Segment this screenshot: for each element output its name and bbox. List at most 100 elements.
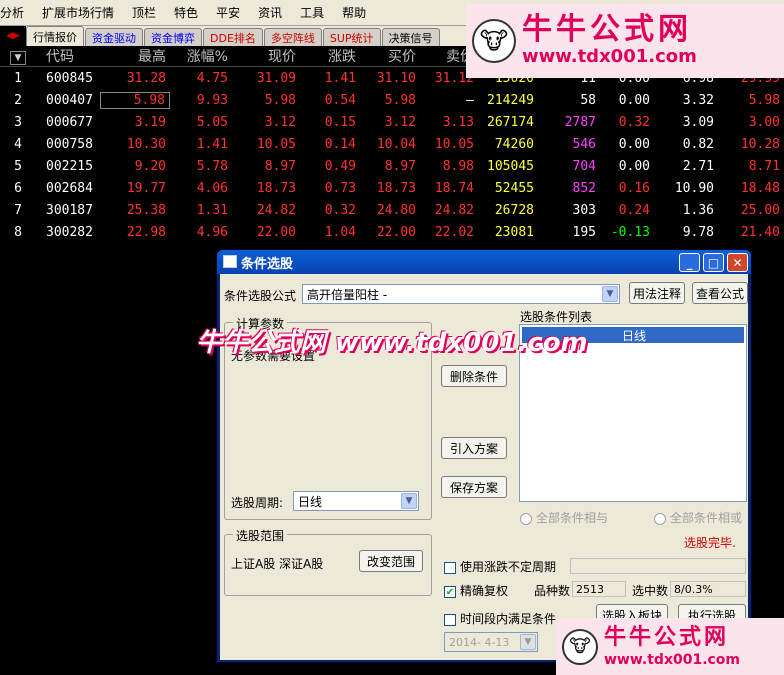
cell-v3: 0.00 xyxy=(618,136,650,152)
hits-label: 选中数 xyxy=(632,584,669,598)
menu-item-pingan[interactable]: 平安 xyxy=(207,4,249,21)
checkbox-timerange[interactable] xyxy=(444,613,456,626)
chk-adjust[interactable]: ✔ 精确复权 xyxy=(444,582,508,599)
hits-value: 8/0.3% xyxy=(670,581,746,597)
cell-bid: 18.73 xyxy=(376,180,416,196)
dialog-body: 条件选股公式 高开倍量阳柱 - ▼ 用法注释 查看公式 计算参数 无参数需要设置… xyxy=(220,274,748,660)
cell-chg: 0.14 xyxy=(324,136,356,152)
cell-high: 3.19 xyxy=(134,114,166,130)
range-group-title: 选股范围 xyxy=(233,527,288,544)
col-header-pct[interactable]: 涨幅% xyxy=(170,46,232,66)
menu-item-topbar[interactable]: 顶栏 xyxy=(123,4,165,21)
tab-capital-game[interactable]: 资金博弈 xyxy=(144,28,202,46)
date-picker[interactable]: 2014- 4-13 ▼ xyxy=(444,632,538,652)
chevron-down-icon[interactable]: ▼ xyxy=(520,634,536,650)
checkbox-period[interactable] xyxy=(444,561,456,574)
cell-high: 10.30 xyxy=(126,136,166,152)
delete-condition-button[interactable]: 删除条件 xyxy=(441,365,507,387)
table-row[interactable]: 3 000677 3.19 5.05 3.12 0.15 3.12 3.13 267174 278… xyxy=(0,111,784,133)
cell-idx: 5 xyxy=(14,158,22,174)
tab-quotes[interactable]: 行情报价 xyxy=(26,26,84,46)
col-header-change[interactable]: 涨跌 xyxy=(300,46,360,66)
table-row[interactable]: 2 000407 5.98 9.93 5.98 0.54 5.98 –214249 58 0.00… xyxy=(0,89,784,111)
params-group: 计算参数 无参数需要设置 选股周期: 日线 ▼ xyxy=(224,315,432,520)
cell-v4: 1.36 xyxy=(682,202,714,218)
cell-bid: 22.00 xyxy=(376,224,416,240)
cell-ask: 8.98 xyxy=(442,158,474,174)
cell-price: 22.00 xyxy=(256,224,296,240)
tab-scroll-arrows-icon[interactable]: ◀▶ xyxy=(0,26,26,46)
import-scheme-button[interactable]: 引入方案 xyxy=(441,437,507,459)
cell-price: 5.98 xyxy=(264,92,296,108)
table-row[interactable]: 8 300282 22.98 4.96 22.00 1.04 22.00 22.02 23081… xyxy=(0,221,784,243)
chk-period[interactable]: 使用涨跌不定周期 xyxy=(444,558,556,575)
radio-or[interactable]: 全部条件相或 xyxy=(654,509,742,526)
cell-idx: 4 xyxy=(14,136,22,152)
period-select[interactable]: 日线 ▼ xyxy=(293,491,419,511)
maximize-icon[interactable]: □ xyxy=(703,253,724,272)
chk-timerange[interactable]: 时间段内满足条件 xyxy=(444,610,556,627)
radio-and[interactable]: 全部条件相与 xyxy=(520,509,608,526)
col-header-price[interactable]: 现价 xyxy=(232,46,300,66)
menu-item-analysis[interactable]: 分析 xyxy=(0,4,33,21)
table-row[interactable]: 4 000758 10.30 1.41 10.05 0.14 10.04 10.05 74260… xyxy=(0,133,784,155)
col-header-code[interactable]: 代码 xyxy=(40,46,100,66)
formula-label: 条件选股公式 xyxy=(224,289,297,303)
cell-v2: 303 xyxy=(572,202,596,218)
condition-list[interactable]: 日线 xyxy=(519,324,747,502)
cell-price: 3.12 xyxy=(264,114,296,130)
menu-item-extended-market[interactable]: 扩展市场行情 xyxy=(33,4,123,21)
change-range-button[interactable]: 改变范围 xyxy=(359,550,423,572)
cell-vol: 52455 xyxy=(494,180,534,196)
table-row[interactable]: 7 300187 25.38 1.31 24.82 0.32 24.80 24.82 26728… xyxy=(0,199,784,221)
cell-chg: 0.32 xyxy=(324,202,356,218)
cell-v5: 25.00 xyxy=(740,202,780,218)
cell-idx: 1 xyxy=(14,70,22,86)
cell-high: 22.98 xyxy=(126,224,166,240)
minimize-icon[interactable]: _ xyxy=(679,253,700,272)
column-menu-icon[interactable]: ▼ xyxy=(0,48,40,65)
chevron-down-icon[interactable]: ▼ xyxy=(401,493,417,509)
table-row[interactable]: 5 002215 9.20 5.78 8.97 0.49 8.97 8.98 105045 704… xyxy=(0,155,784,177)
cell-code: 002684 xyxy=(46,180,93,196)
menu-item-features[interactable]: 特色 xyxy=(165,4,207,21)
menu-item-tools[interactable]: 工具 xyxy=(291,4,333,21)
cell-idx: 7 xyxy=(14,202,22,218)
cell-ask: 22.02 xyxy=(434,224,474,240)
cell-pct: 9.93 xyxy=(196,92,228,108)
cell-price: 31.09 xyxy=(256,70,296,86)
save-scheme-button[interactable]: 保存方案 xyxy=(441,476,507,498)
tab-long-short[interactable]: 多空阵线 xyxy=(263,28,322,46)
cell-v2: 546 xyxy=(572,136,596,152)
view-formula-button[interactable]: 查看公式 xyxy=(692,282,748,304)
menu-item-help[interactable]: 帮助 xyxy=(333,4,375,21)
formula-select[interactable]: 高开倍量阳柱 - ▼ xyxy=(302,284,620,304)
menu-item-news[interactable]: 资讯 xyxy=(249,4,291,21)
progress-bar xyxy=(570,558,746,574)
cell-v2: 195 xyxy=(572,224,596,240)
cell-vol: 214249 xyxy=(487,92,534,108)
tab-dde-rank[interactable]: DDE排名 xyxy=(203,28,263,46)
period-label: 选股周期: xyxy=(231,496,284,510)
cell-pct: 1.31 xyxy=(196,202,228,218)
tab-sup-stats[interactable]: SUP统计 xyxy=(322,28,381,46)
close-icon[interactable]: ✕ xyxy=(727,253,748,272)
radio-and-icon[interactable] xyxy=(520,512,532,525)
cell-vol: 267174 xyxy=(487,114,534,130)
logo-url: www.tdx001.com xyxy=(604,651,741,668)
chevron-down-icon[interactable]: ▼ xyxy=(602,286,618,302)
cell-idx: 3 xyxy=(14,114,22,130)
condition-list-item[interactable]: 日线 xyxy=(522,327,744,343)
cell-high: 9.20 xyxy=(134,158,166,174)
usage-notes-button[interactable]: 用法注释 xyxy=(629,282,685,304)
col-header-bid[interactable]: 买价 xyxy=(360,46,420,66)
table-row[interactable]: 6 002684 19.77 4.06 18.73 0.73 18.73 18.74 52455… xyxy=(0,177,784,199)
dialog-titlebar[interactable]: 条件选股 _ □ ✕ xyxy=(217,250,751,274)
checkbox-adjust-checked-icon[interactable]: ✔ xyxy=(444,585,456,598)
tab-decision-signal[interactable]: 决策信号 xyxy=(381,28,440,46)
col-header-high[interactable]: 最高 xyxy=(100,46,170,66)
cell-code: 300282 xyxy=(46,224,93,240)
radio-or-icon[interactable] xyxy=(654,512,666,525)
tab-capital-drive[interactable]: 资金驱动 xyxy=(85,28,143,46)
cell-v5: 8.71 xyxy=(748,158,780,174)
